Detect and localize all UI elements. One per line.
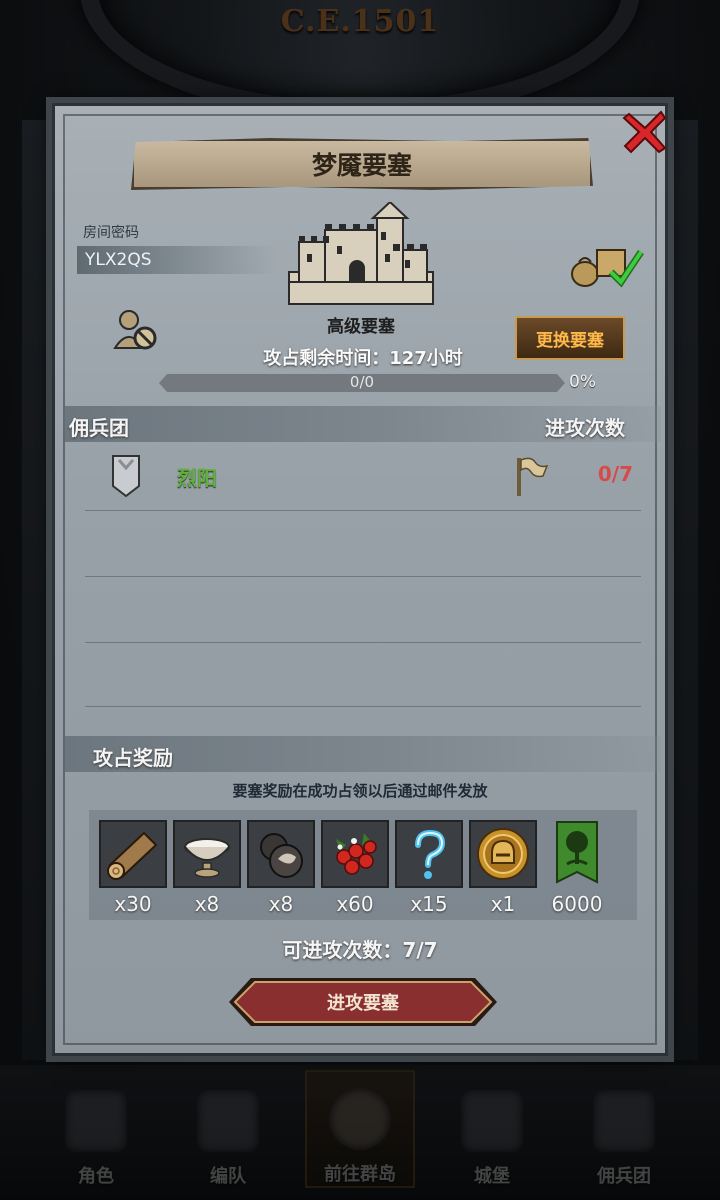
close-button[interactable] xyxy=(617,104,673,160)
room-code: YLX2QS xyxy=(85,250,152,270)
row-divider xyxy=(85,642,641,643)
close-x-icon xyxy=(622,110,667,154)
guild-tree-banner-icon xyxy=(556,821,598,884)
attack-fortress-button[interactable]: 进攻要塞 xyxy=(229,976,497,1028)
guild-header: 佣兵团 xyxy=(69,416,129,440)
attack-count-header: 进攻次数 xyxy=(545,416,625,440)
fortress-dialog: 梦魇要塞 房间密码 YLX2QS 高级要塞 攻占剩余时间：127小时 更换要塞 … xyxy=(52,103,668,1056)
switch-fortress-button[interactable]: 更换要塞 xyxy=(515,316,625,360)
row-divider xyxy=(85,510,641,511)
attempts-value: 7/7 xyxy=(402,938,438,962)
mystery-question-icon xyxy=(415,829,446,879)
reward-header: 攻占奖励 xyxy=(93,746,173,770)
reward-item[interactable]: 6000 xyxy=(543,820,611,916)
reward-claimed-icon[interactable] xyxy=(569,240,645,288)
row-divider xyxy=(85,706,641,707)
reward-qty: x1 xyxy=(490,892,516,916)
switch-fortress-label: 更换要塞 xyxy=(536,330,604,351)
time-label: 攻占剩余时间： xyxy=(263,348,390,369)
guild-name: 烈阳 xyxy=(177,466,217,490)
attempts-label: 可进攻次数： xyxy=(282,938,403,962)
row-divider xyxy=(85,576,641,577)
reward-qty: x8 xyxy=(268,892,294,916)
guild-shield-icon xyxy=(112,455,140,498)
berries-icon xyxy=(336,833,377,875)
progress-text: 0/0 xyxy=(349,373,375,391)
remaining-time: 攻占剩余时间：127小时 xyxy=(205,344,521,370)
flag-icon xyxy=(517,457,549,496)
progress-percent: 0% xyxy=(569,372,596,392)
room-code-bar: YLX2QS xyxy=(77,246,277,274)
capture-progress-bar: 0/0 xyxy=(159,374,565,392)
title-banner: 梦魇要塞 xyxy=(131,138,593,190)
guild-attack-count: 0/7 xyxy=(597,462,633,486)
fortress-icon xyxy=(288,202,434,305)
porcelain-bowl-icon xyxy=(184,838,230,878)
reward-item[interactable]: x15 xyxy=(395,820,463,916)
truffle-icon xyxy=(260,833,303,878)
reward-qty: x15 xyxy=(410,892,448,916)
reward-note: 要塞奖励在成功占领以后通过邮件发放 xyxy=(232,782,488,800)
no-access-user-icon xyxy=(113,310,157,350)
helmet-coin-icon xyxy=(477,828,529,880)
attack-fortress-label: 进攻要塞 xyxy=(327,993,399,1014)
available-attempts: 可进攻次数：7/7 xyxy=(55,934,665,963)
reward-item[interactable]: x8 xyxy=(247,820,315,916)
wood-log-icon xyxy=(107,831,158,880)
reward-item[interactable]: x8 xyxy=(173,820,241,916)
reward-list: x30 x8 x8 x60 x15 x1 6000 xyxy=(99,820,611,916)
reward-qty: x30 xyxy=(114,892,152,916)
room-code-label: 房间密码 xyxy=(83,225,139,241)
reward-qty: x60 xyxy=(336,892,374,916)
fortress-level: 高级要塞 xyxy=(327,317,395,337)
reward-qty: 6000 xyxy=(551,892,603,916)
guild-row[interactable]: 烈阳 0/7 xyxy=(65,448,661,504)
reward-item[interactable]: x30 xyxy=(99,820,167,916)
reward-item[interactable]: x1 xyxy=(469,820,537,916)
reward-item[interactable]: x60 xyxy=(321,820,389,916)
dialog-title: 梦魇要塞 xyxy=(311,151,412,180)
reward-qty: x8 xyxy=(194,892,220,916)
time-unit: 小时 xyxy=(426,348,463,369)
time-value: 127 xyxy=(389,348,427,369)
